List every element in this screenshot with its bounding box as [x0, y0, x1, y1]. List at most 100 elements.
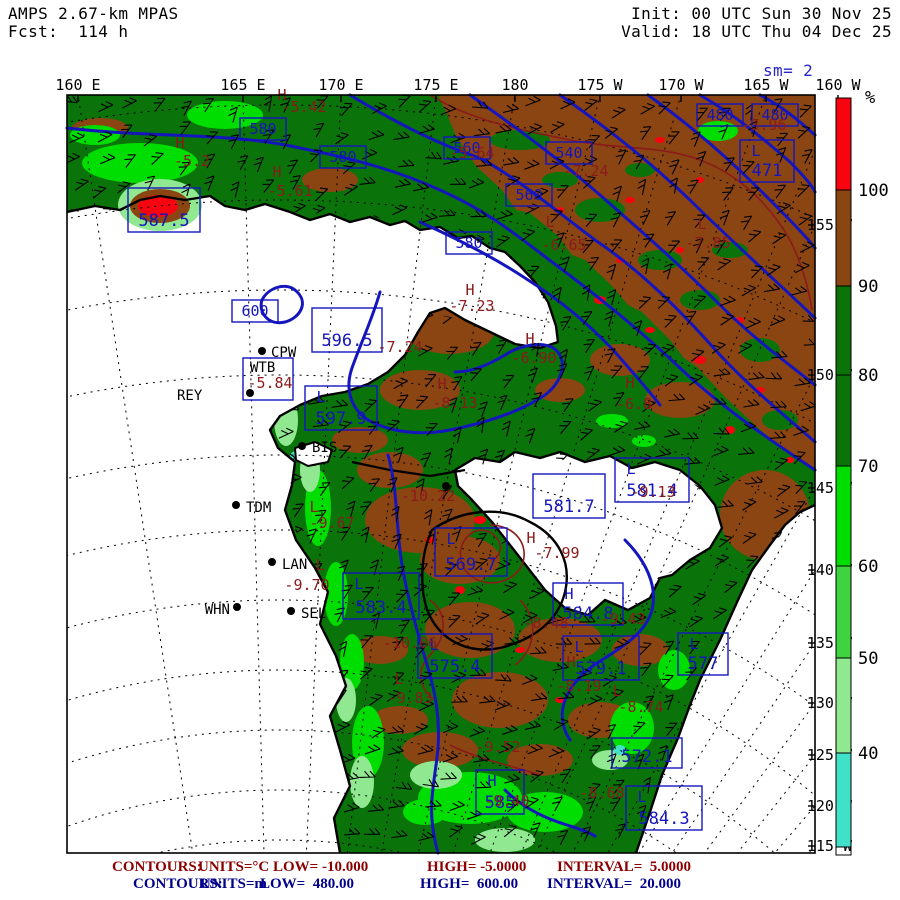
temp-value-label: -7.85	[685, 234, 730, 252]
colorbar-tick-label: 60	[858, 557, 878, 577]
temp-contour-info: CONTOURS:UNITS=°CLOW= -10.000HIGH= -5.00…	[0, 859, 900, 875]
extremum-mark: L	[316, 388, 325, 406]
station-dot	[233, 603, 241, 611]
ellipse-shape	[655, 137, 665, 143]
colorbar-tick-label: 90	[858, 277, 878, 297]
top-axis-label: 165 E	[220, 76, 265, 94]
temp-extremum-mark: H	[566, 653, 575, 671]
ellipse-shape	[658, 650, 690, 690]
temp-extremum-mark: H	[175, 134, 184, 152]
temp-extremum-mark: H	[625, 374, 634, 392]
contour-info-cell: CONTOURS:	[112, 859, 202, 876]
top-axis-label: 160 E	[55, 76, 100, 94]
colorbar-segment	[836, 566, 851, 658]
colorbar-title: %	[865, 88, 875, 108]
colorbar-segment	[836, 753, 851, 847]
forecast-map: 580580560540560580480480L471587.5600596.…	[0, 0, 900, 900]
height-value: 583.4	[355, 598, 406, 618]
temp-value-label: -7.99	[534, 544, 579, 562]
station-dot	[442, 482, 450, 490]
temp-extremum-mark: L	[394, 670, 403, 688]
temp-value-label: -5.42	[281, 98, 326, 116]
ellipse-shape	[515, 647, 525, 653]
temp-extremum-mark: L	[697, 215, 706, 233]
station-id: REY	[177, 388, 203, 404]
colorbar-segment	[836, 658, 851, 753]
height-value: 600	[241, 302, 268, 320]
height-value: 580	[455, 234, 482, 252]
height-value: 579.1	[575, 659, 626, 679]
station-id: SEL	[301, 606, 326, 622]
temp-value-label: -7.23	[449, 297, 494, 315]
temp-value-label: -6.65	[541, 236, 586, 254]
ellipse-shape	[645, 327, 655, 333]
extremum-mark: L	[446, 530, 455, 548]
extremum-mark: H	[564, 585, 573, 603]
temp-value-label: -6.90	[511, 349, 556, 367]
contour-info-cell: LOW= -10.000	[273, 859, 368, 876]
temp-value-label: -5.2	[174, 152, 210, 170]
colorbar-segment	[836, 286, 851, 375]
contour-info-cell: INTERVAL= 20.000	[547, 876, 681, 893]
colorbar-segment	[836, 98, 851, 190]
top-axis-label: 175 W	[577, 76, 623, 94]
temp-value-label: -7.24	[377, 338, 422, 356]
station-marker	[442, 482, 450, 490]
temp-value-label: -9.70	[284, 576, 329, 594]
temp-value-label: -3.96	[741, 116, 786, 134]
extremum-mark: L	[689, 635, 698, 653]
contour-info-cell: UNITS=m	[200, 876, 267, 893]
station-id: LAN	[282, 557, 307, 573]
temp-extremum-mark: L	[315, 556, 324, 574]
station-dot	[246, 389, 254, 397]
height-value: 580	[249, 120, 276, 138]
contour-info-cell: HIGH= 600.00	[420, 876, 518, 893]
temp-value-label: -9.83	[387, 689, 432, 707]
height-value: 560	[515, 186, 542, 204]
temp-value-label: -7.24	[563, 162, 608, 180]
station-dot	[268, 558, 276, 566]
height-value: 587.5	[138, 211, 189, 231]
height-value: 569.7	[445, 555, 496, 575]
extremum-mark: L	[626, 460, 635, 478]
temp-value-label: -6.8	[616, 395, 652, 413]
top-axis-label: 175 E	[413, 76, 458, 94]
ellipse-shape	[632, 435, 656, 447]
temp-value-label: -5.64	[449, 144, 494, 162]
height-value: 597.9	[315, 409, 366, 429]
colorbar-tick-label: 80	[858, 366, 878, 386]
station-id: BIS	[312, 440, 337, 456]
temp-value-label: -8.19	[556, 677, 601, 695]
contour-info-cell: LOW= 480.00	[260, 876, 354, 893]
colorbar-segment	[836, 375, 851, 466]
contour-info-cell: HIGH= -5.0000	[427, 859, 526, 876]
height-value: 577	[688, 654, 719, 674]
height-value: 596.5	[321, 331, 372, 351]
station-id: CPW	[271, 345, 297, 361]
colorbar-tick-label: 40	[858, 744, 878, 764]
height-value: 471	[752, 161, 783, 181]
temp-extremum-mark: L	[545, 213, 554, 231]
extremum-mark: L	[637, 788, 646, 806]
amps-forecast-plot: AMPS 2.67-km MPAS Fcst: 114 h Init: 00 U…	[0, 0, 900, 900]
extremum-mark: L	[354, 575, 363, 593]
temp-value-label: -8.68	[579, 784, 624, 802]
temp-value-label: -8.48	[523, 614, 568, 632]
ellipse-shape	[625, 197, 635, 203]
station-dot	[287, 607, 295, 615]
height-contour-info: CONTOURS:UNITS=mLOW= 480.00HIGH= 600.00I…	[0, 876, 900, 892]
height-value: 540	[555, 144, 582, 162]
height-value: 572.1	[621, 747, 672, 767]
height-value: 584.3	[638, 809, 689, 829]
rh-colorbar: %100908070605040	[836, 88, 889, 847]
temp-value-label: -5.61	[267, 182, 312, 200]
station-dot	[232, 501, 240, 509]
extremum-mark: L	[574, 638, 583, 656]
height-value: 580	[329, 148, 356, 166]
colorbar-tick-label: 70	[858, 457, 878, 477]
temp-value-label: -9.52	[475, 738, 520, 756]
temp-extremum-mark: H	[272, 163, 281, 181]
top-axis-label: 170 W	[658, 76, 704, 94]
top-axis-label: 170 E	[318, 76, 363, 94]
temp-value-label: -9.67	[309, 514, 354, 532]
